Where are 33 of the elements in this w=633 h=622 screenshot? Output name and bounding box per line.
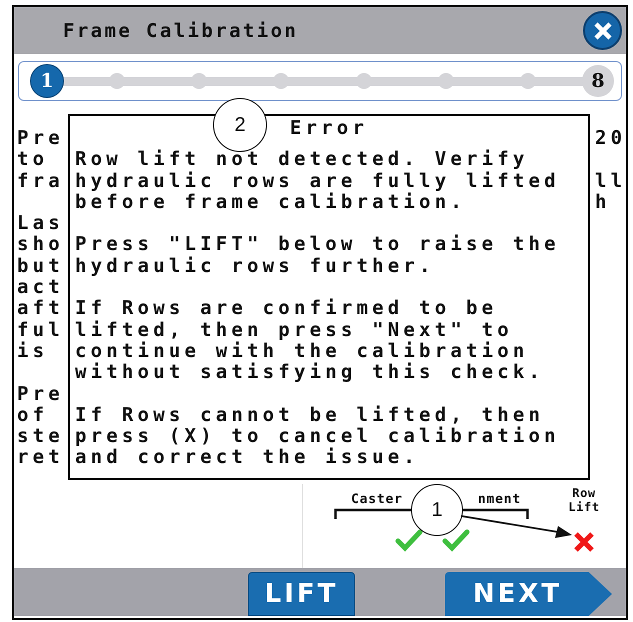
instruction-text: fra <box>17 170 64 192</box>
instruction-text: 20 <box>595 128 626 150</box>
instruction-text: but <box>17 256 64 278</box>
instruction-text: h <box>595 192 611 214</box>
status-label: Row Lift <box>568 486 600 514</box>
step-indicator: 8 <box>582 64 614 96</box>
window-title: Frame Calibration <box>63 20 298 42</box>
status-label: nment <box>478 492 521 508</box>
dialog-message: Press "LIFT" below to raise the hydraulic rows further. <box>75 234 561 278</box>
instruction-text: ful <box>17 320 64 341</box>
dialog-title: Error <box>290 117 368 139</box>
dialog-message: If Rows cannot be lifted, then press (X) to cancel calibration and correct the issue. <box>75 404 561 469</box>
instruction-text: sho <box>17 234 64 256</box>
instruction-text: Pre <box>17 384 64 405</box>
instruction-text: ste <box>17 426 64 448</box>
instruction-text: Pre <box>17 128 64 150</box>
dialog-message: Row lift not detected. Verify hydraulic rows are fully lifted before frame calibration. <box>75 149 561 214</box>
instruction-text: to <box>17 149 48 171</box>
instruction-text: Las <box>17 213 64 234</box>
dialog-message: If Rows are confirmed to be lifted, then press "Next" to continue with the calibration without satisfying this check. <box>75 298 546 384</box>
callout-marker: 1 <box>411 484 463 536</box>
status-label: Caster <box>351 492 403 508</box>
close-button[interactable] <box>583 11 622 50</box>
instruction-text: act <box>17 277 64 298</box>
instruction-text: of <box>17 404 48 426</box>
instruction-text: ret <box>17 447 64 469</box>
close-icon <box>592 20 612 40</box>
instruction-text: is <box>17 340 48 362</box>
instruction-text: aft <box>17 298 64 320</box>
instruction-text: ll <box>595 170 626 192</box>
next-button[interactable]: NEXT <box>445 572 612 616</box>
step-indicator: 1 <box>31 64 63 96</box>
lift-button[interactable]: LIFT <box>248 572 355 616</box>
